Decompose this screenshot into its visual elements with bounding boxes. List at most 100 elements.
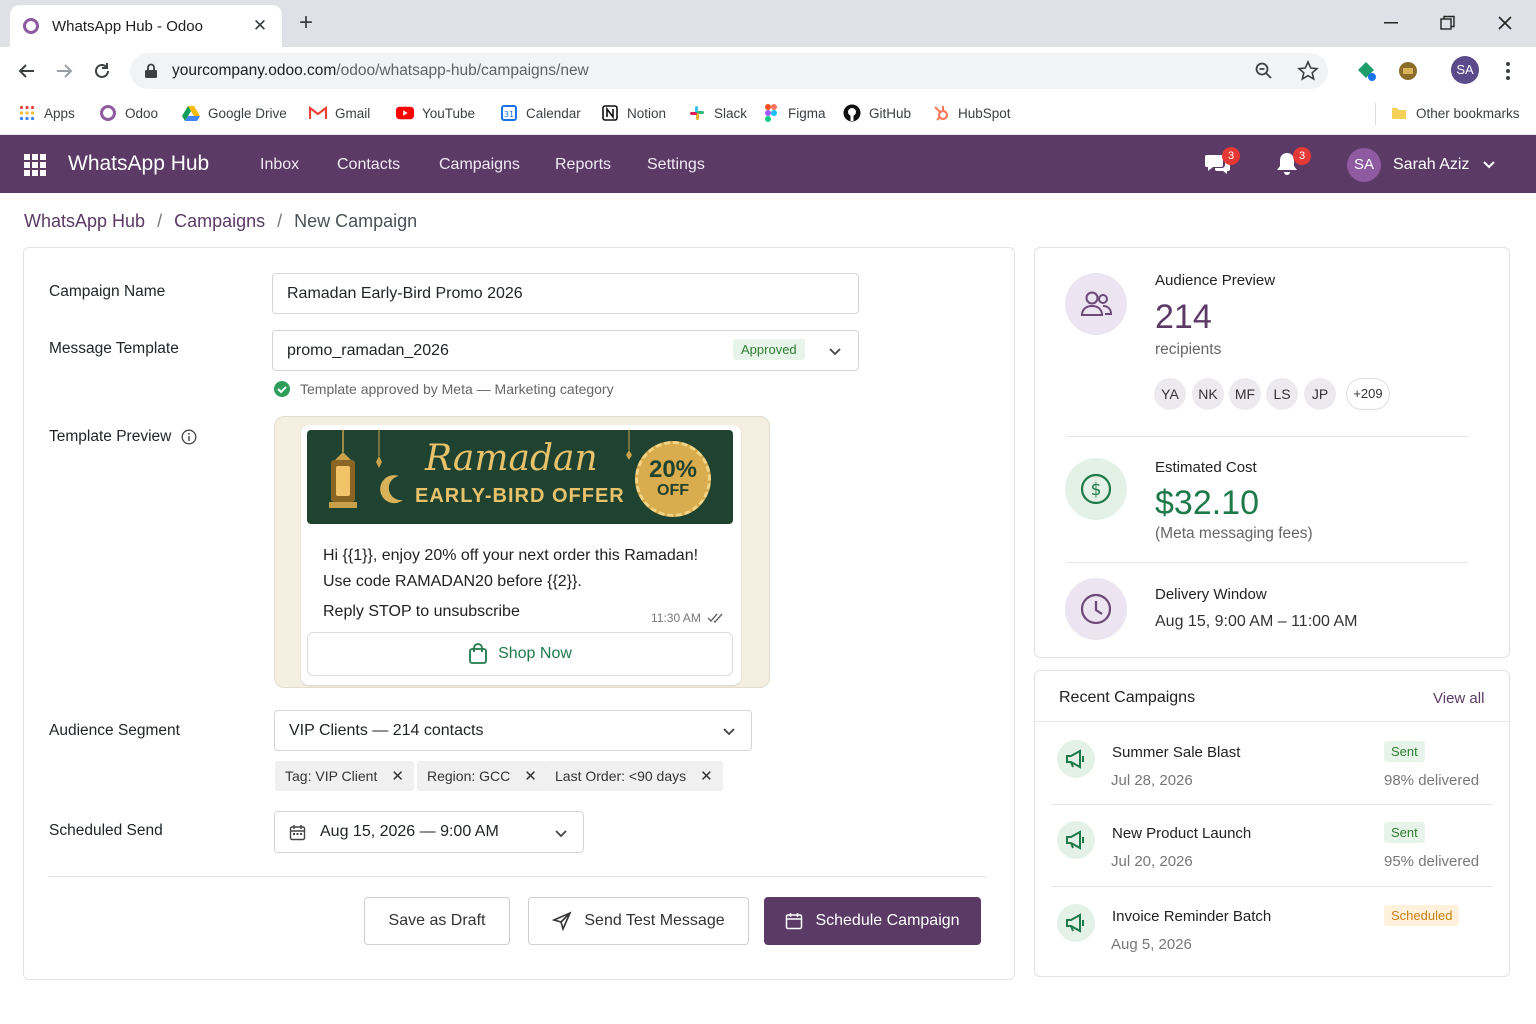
banner-subtitle: EARLY-BIRD OFFER [415,485,625,507]
minimize-icon[interactable] [1376,10,1406,36]
notifications-button[interactable]: 3 [1275,147,1311,179]
bookmark-odoo[interactable]: Odoo [99,104,158,122]
campaign-name-input[interactable]: Ramadan Early-Bird Promo 2026 [272,273,859,314]
audience-segment-label: Audience Segment [49,722,180,739]
wallet-extension-icon[interactable] [1396,59,1420,83]
info-icon[interactable] [181,429,197,445]
template-preview-frame: Ramadan EARLY-BIRD OFFER 20% OFF Hi {{1}… [274,416,770,688]
recent-campaigns-card [1034,670,1510,977]
forward-icon[interactable] [52,59,76,83]
dollar-icon: $ [1065,458,1127,520]
message-template-select[interactable]: promo_ramadan_2026 Approved [272,330,859,371]
profile-avatar[interactable]: SA [1451,56,1479,84]
close-window-icon[interactable] [1490,10,1520,36]
bookmark-figma[interactable]: Figma [762,104,826,122]
chevron-down-icon [554,826,568,840]
restore-icon[interactable] [1433,10,1463,36]
browser-tab-strip: WhatsApp Hub - Odoo ✕ + [0,0,1536,47]
user-avatar[interactable]: SA [1347,148,1381,182]
slack-icon [688,104,706,122]
bookmark-apps[interactable]: Apps [18,104,75,122]
campaign-name-label: Campaign Name [49,283,166,300]
recent-campaign-name[interactable]: New Product Launch [1112,825,1251,842]
send-test-button[interactable]: Send Test Message [528,897,749,945]
breadcrumb-root[interactable]: WhatsApp Hub [24,211,145,232]
nav-contacts[interactable]: Contacts [337,156,400,174]
audience-segment-select[interactable]: VIP Clients — 214 contacts [274,710,752,751]
template-preview-label: Template Preview [49,428,197,446]
star-icon[interactable] [1297,60,1319,82]
bookmark-youtube[interactable]: YouTube [396,104,475,122]
app-header: WhatsApp Hub Inbox Contacts Campaigns Re… [0,135,1536,193]
recent-campaign-date: Aug 5, 2026 [1111,936,1192,953]
avatar-overflow-count[interactable]: +209 [1346,378,1390,410]
breadcrumb: WhatsApp Hub / Campaigns / New Campaign [24,211,417,232]
back-icon[interactable] [15,59,39,83]
new-tab-icon[interactable]: + [294,11,318,36]
figma-icon [762,104,780,122]
promo-banner: Ramadan EARLY-BIRD OFFER 20% OFF [307,430,733,524]
message-body: Hi {{1}}, enjoy 20% off your next order … [323,547,699,590]
browser-tab[interactable]: WhatsApp Hub - Odoo ✕ [10,5,282,47]
nav-inbox[interactable]: Inbox [260,156,299,174]
browser-toolbar: yourcompany.odoo.com/odoo/whatsapp-hub/c… [0,47,1536,95]
shop-now-button[interactable]: Shop Now [307,632,733,676]
bookmarks-bar: Apps Odoo Google Drive Gmail YouTube 31 C… [0,95,1536,135]
gmail-icon [309,104,327,122]
address-bar[interactable]: yourcompany.odoo.com/odoo/whatsapp-hub/c… [130,53,1328,89]
recent-campaign-name[interactable]: Summer Sale Blast [1112,744,1240,761]
zoom-icon[interactable] [1254,61,1274,81]
view-all-link[interactable]: View all [1433,690,1484,707]
bookmark-slack[interactable]: Slack [688,104,747,122]
schedule-campaign-button[interactable]: Schedule Campaign [764,897,981,945]
avatar: LS [1266,378,1298,410]
chat-button[interactable]: 3 [1204,147,1240,179]
estimated-cost-title: Estimated Cost [1155,459,1257,476]
discount-seal: 20% OFF [635,441,711,517]
breadcrumb-separator: / [157,211,163,231]
close-tab-icon[interactable]: ✕ [250,16,270,36]
avatar: MF [1229,378,1261,410]
bookmark-google-drive[interactable]: Google Drive [182,104,287,122]
row-divider [1052,804,1492,805]
remove-filter-icon[interactable]: ✕ [391,767,404,785]
nav-campaigns[interactable]: Campaigns [439,156,520,174]
bookmark-hubspot[interactable]: HubSpot [932,104,1011,122]
app-menu-grid-icon[interactable] [24,154,46,176]
calendar-icon: 31 [500,104,518,122]
scheduled-send-picker[interactable]: Aug 15, 2026 — 9:00 AM [274,811,584,853]
template-value: promo_ramadan_2026 [287,341,449,359]
recent-campaign-date: Jul 28, 2026 [1111,772,1193,789]
status-badge: Sent [1384,741,1425,762]
avatar: JP [1304,378,1336,410]
remove-filter-icon[interactable]: ✕ [524,767,537,785]
send-icon [552,911,572,931]
bookmark-other[interactable]: Other bookmarks [1390,104,1520,122]
calendar-icon [785,912,803,930]
template-status-badge: Approved [733,339,805,360]
remove-filter-icon[interactable]: ✕ [700,767,713,785]
calendar-icon [289,824,306,841]
audience-unit: recipients [1155,341,1222,358]
save-draft-button[interactable]: Save as Draft [364,897,510,945]
nav-reports[interactable]: Reports [555,156,611,174]
bookmark-calendar[interactable]: 31 Calendar [500,104,581,122]
megaphone-icon [1057,904,1095,942]
bookmark-notion[interactable]: Notion [601,104,666,122]
bookmark-gmail[interactable]: Gmail [309,104,370,122]
extension-icon[interactable] [1354,59,1378,83]
breadcrumb-current: New Campaign [294,211,418,231]
nav-settings[interactable]: Settings [647,156,705,174]
row-divider [1052,886,1492,887]
bookmark-github[interactable]: GitHub [843,104,911,122]
breadcrumb-campaigns[interactable]: Campaigns [174,211,265,232]
recent-campaigns-title: Recent Campaigns [1059,689,1196,706]
reload-icon[interactable] [90,59,114,83]
more-menu-icon[interactable] [1498,59,1518,83]
user-name[interactable]: Sarah Aziz [1393,156,1469,174]
recent-campaign-name[interactable]: Invoice Reminder Batch [1112,908,1271,925]
app-title[interactable]: WhatsApp Hub [68,152,209,176]
discount-off: OFF [657,482,689,499]
chevron-down-icon[interactable] [1482,157,1496,171]
apps-grid-icon [18,104,36,122]
